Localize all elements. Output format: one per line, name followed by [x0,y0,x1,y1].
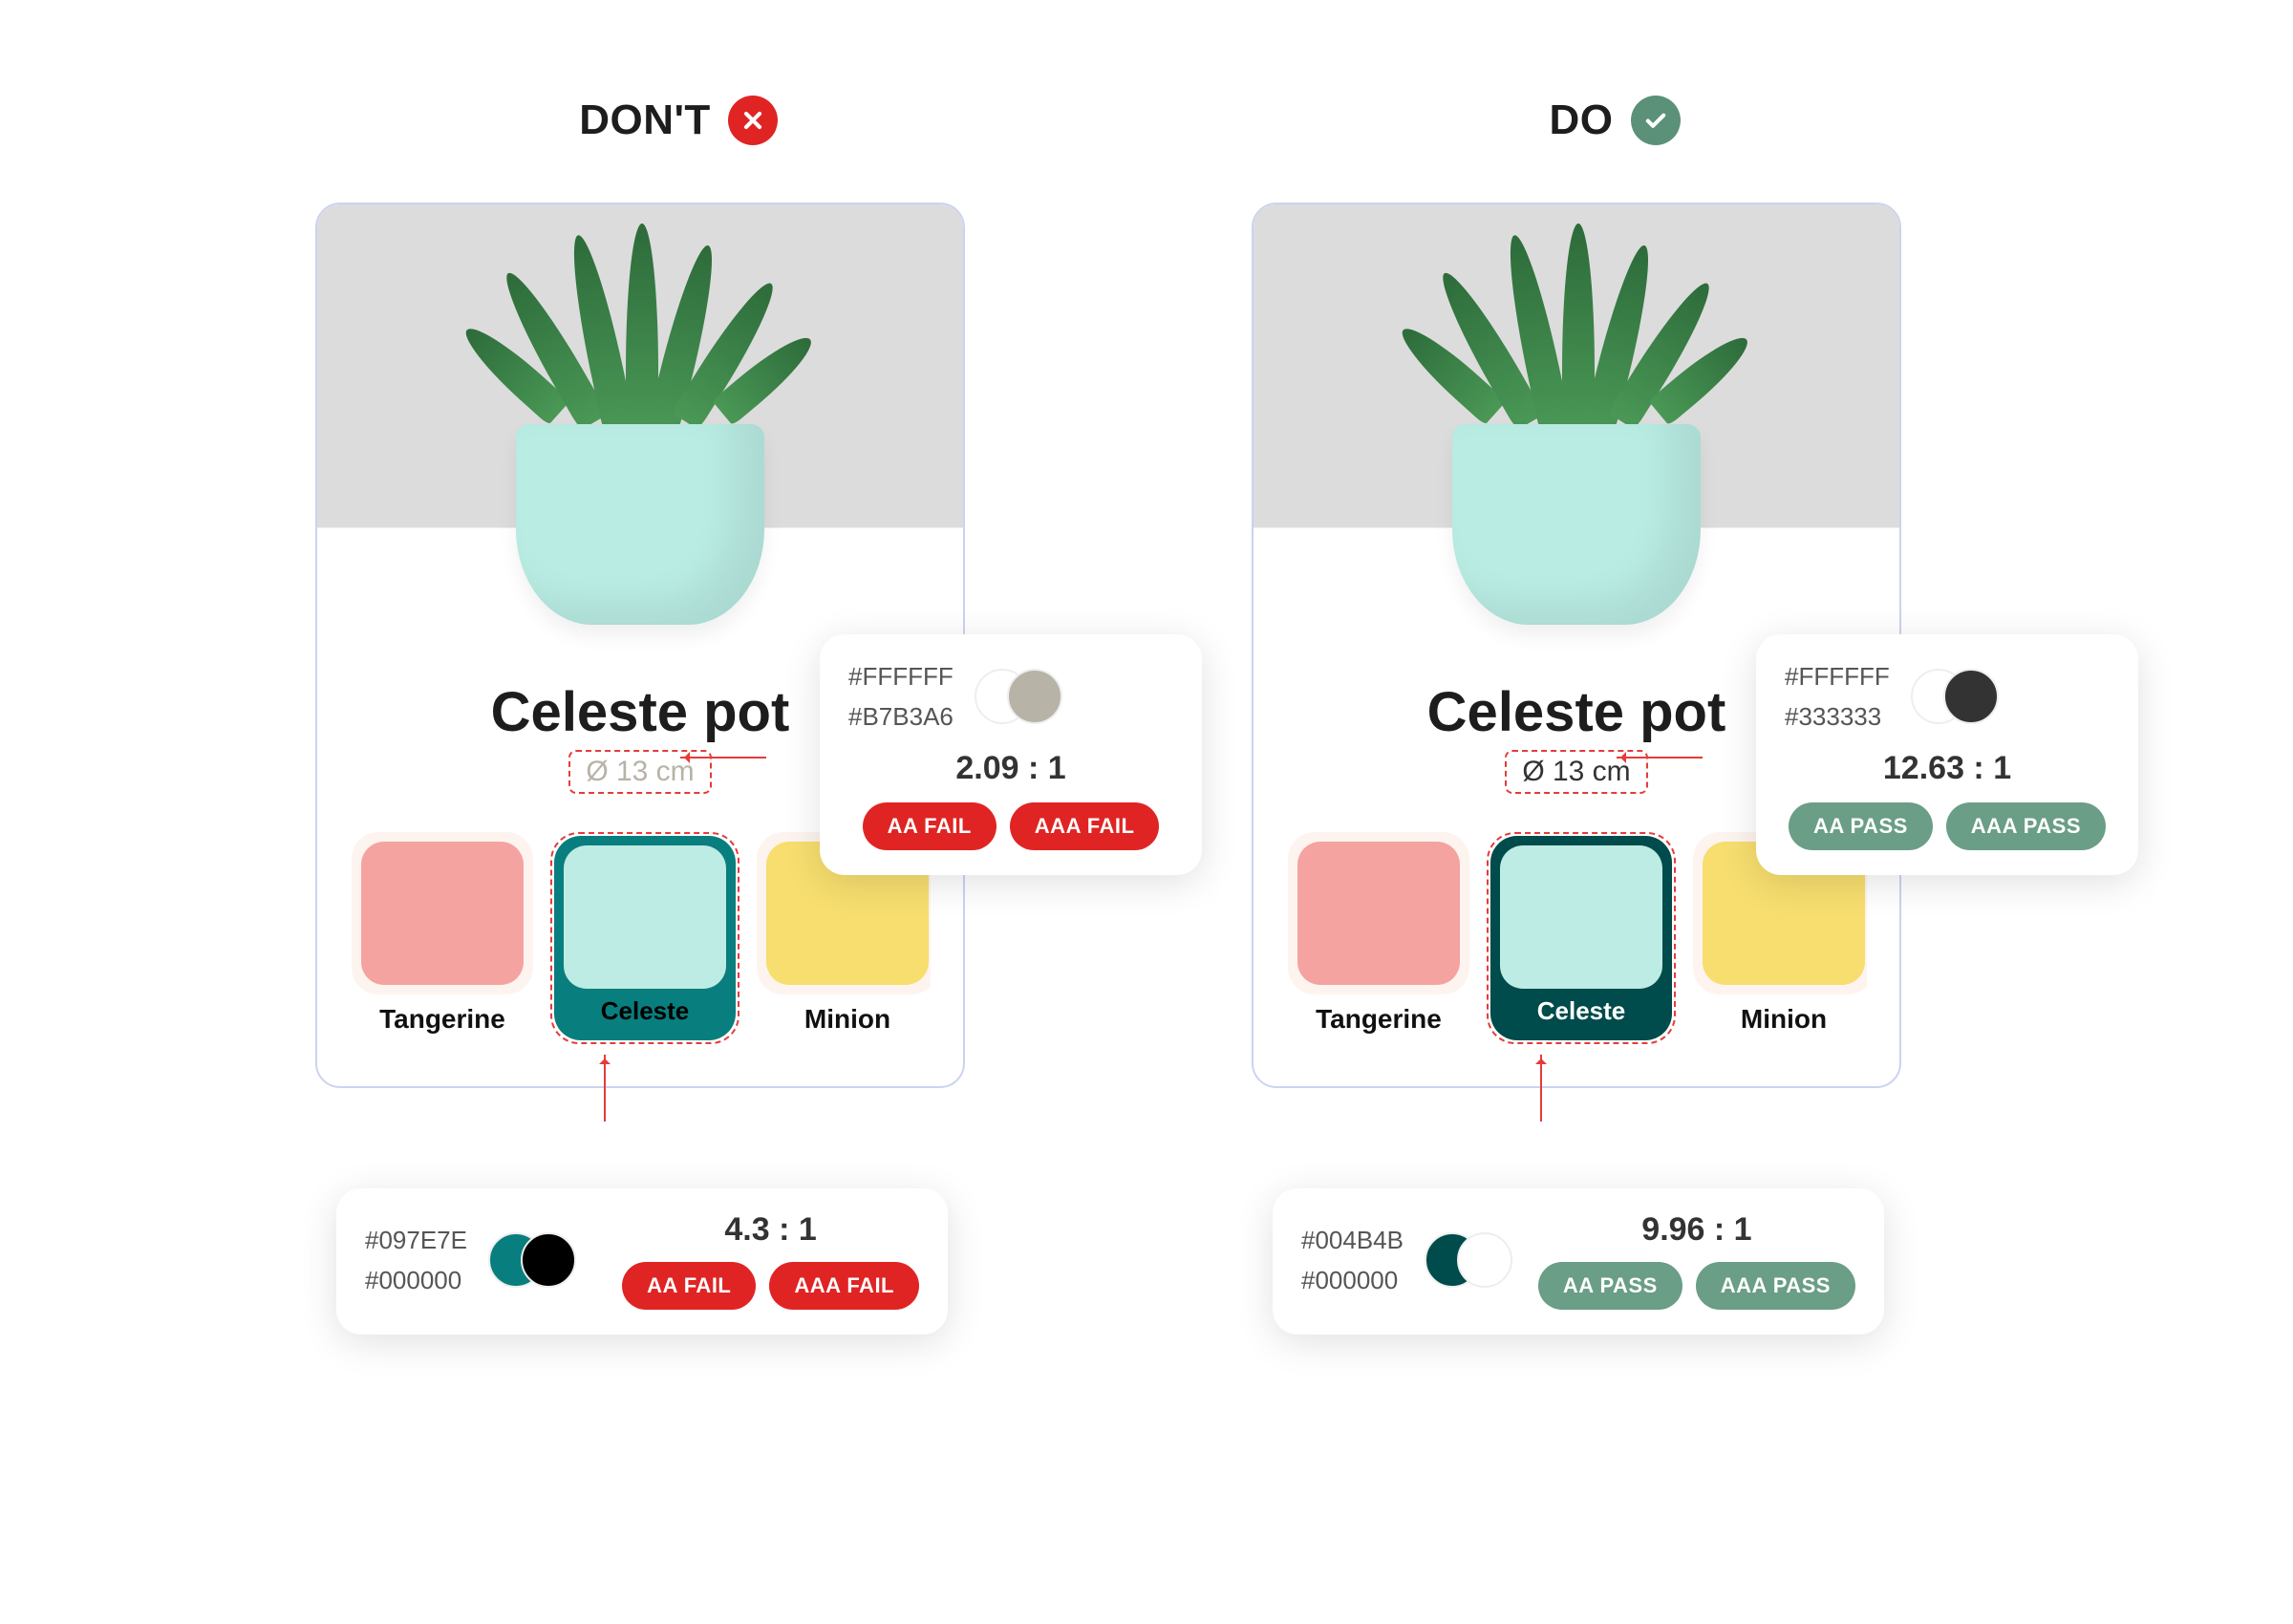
pot-icon [516,424,764,625]
hex-b: #333333 [1785,697,1890,737]
contrast-ratio: 12.63 : 1 [1785,750,2110,787]
product-card-dont: Celeste pot Ø 13 cm Tangerine Celeste [315,203,965,1088]
pot-icon [1452,424,1701,625]
contrast-popover-dimension: #FFFFFF #333333 12.63 : 1 AA PASS AAA PA… [1756,634,2138,875]
aa-badge: AA PASS [1538,1262,1682,1310]
color-dots-icon [488,1230,574,1292]
hex-a: #FFFFFF [848,657,954,697]
swatch-tangerine[interactable]: Tangerine [1288,832,1469,1044]
contrast-popover-swatch: #097E7E #000000 4.3 : 1 AA FAIL AAA FAIL [336,1188,948,1335]
swatch-celeste-selected[interactable]: Celeste [550,832,739,1044]
aa-badge: AA PASS [1789,802,1933,850]
plant-icon [487,224,793,434]
selected-swatch-label: Celeste [1537,994,1626,1026]
hex-b: #B7B3A6 [848,697,954,737]
color-dots-icon [975,667,1061,728]
aaa-badge: AAA PASS [1946,802,2106,850]
aaa-badge: AAA FAIL [769,1262,919,1310]
dont-column: DON'T Celeste pot Ø 13 cm [315,96,1041,1088]
dont-heading-text: DON'T [579,96,711,144]
product-card-do: Celeste pot Ø 13 cm Tangerine Celeste [1252,203,1901,1088]
aaa-badge: AAA FAIL [1010,802,1160,850]
product-image [317,204,963,653]
contrast-popover-dimension: #FFFFFF #B7B3A6 2.09 : 1 AA FAIL AAA FAI… [820,634,1202,875]
do-heading-text: DO [1550,96,1614,144]
hex-a: #004B4B [1301,1221,1404,1261]
aaa-badge: AAA PASS [1696,1262,1855,1310]
hex-a: #FFFFFF [1785,657,1890,697]
arrow-icon [1617,757,1703,759]
arrow-icon [1540,1055,1542,1122]
product-image [1254,204,1899,653]
x-icon [728,96,778,145]
aa-badge: AA FAIL [622,1262,756,1310]
swatch-tangerine[interactable]: Tangerine [352,832,533,1044]
contrast-ratio: 9.96 : 1 [1538,1211,1855,1249]
hex-a: #097E7E [365,1221,467,1261]
selected-swatch-label: Celeste [601,994,690,1026]
arrow-icon [604,1055,606,1122]
do-heading: DO [1252,96,1978,145]
hex-b: #000000 [1301,1261,1404,1301]
dont-heading: DON'T [315,96,1041,145]
color-dots-icon [1911,667,1997,728]
aa-badge: AA FAIL [863,802,996,850]
contrast-ratio: 4.3 : 1 [622,1211,919,1249]
do-column: DO Celeste pot Ø 13 cm Ta [1252,96,1978,1088]
hex-b: #000000 [365,1261,467,1301]
contrast-ratio: 2.09 : 1 [848,750,1173,787]
comparison-stage: DON'T Celeste pot Ø 13 cm [191,96,2102,1088]
arrow-icon [680,757,766,759]
swatch-celeste-selected[interactable]: Celeste [1487,832,1676,1044]
plant-icon [1424,224,1729,434]
check-icon [1631,96,1681,145]
color-dots-icon [1425,1230,1511,1292]
contrast-popover-swatch: #004B4B #000000 9.96 : 1 AA PASS AAA PAS… [1273,1188,1884,1335]
